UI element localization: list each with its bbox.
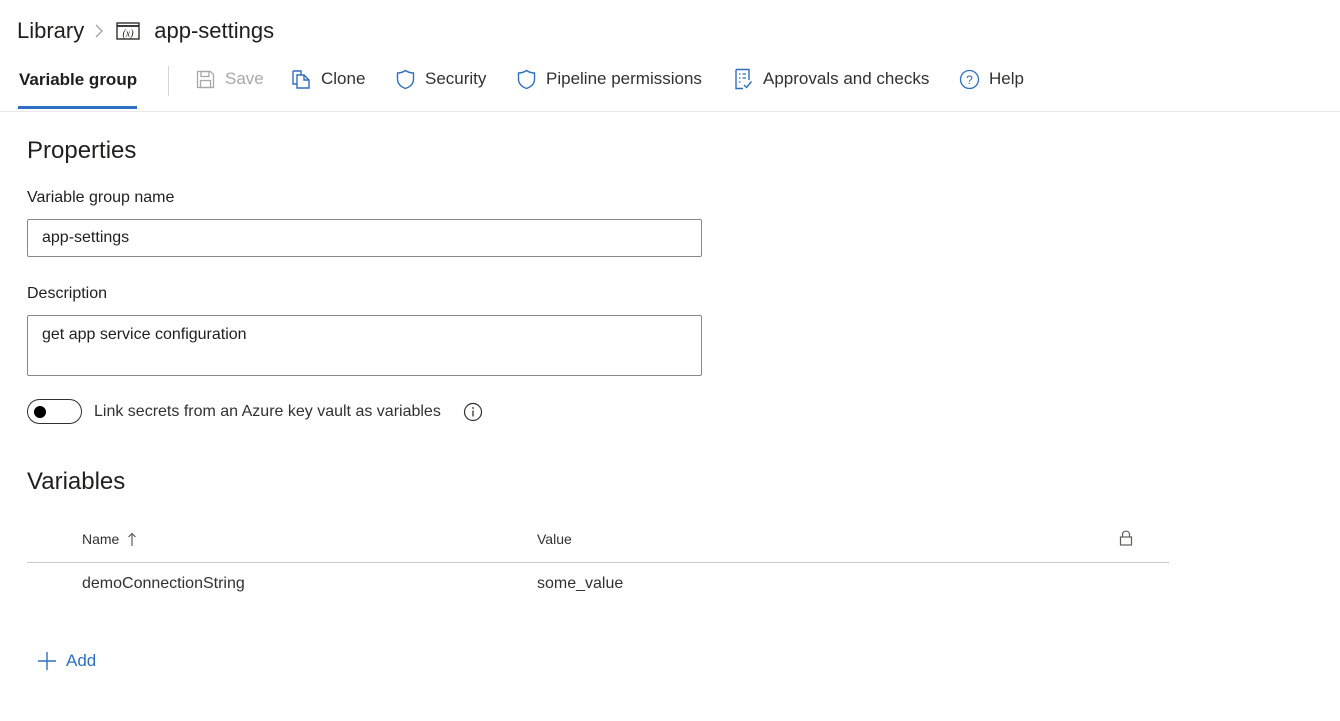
tab-variable-group[interactable]: Variable group	[19, 70, 137, 90]
info-icon[interactable]	[463, 402, 483, 422]
column-header-name-label: Name	[82, 531, 120, 547]
variables-heading: Variables	[27, 468, 126, 495]
column-header-value[interactable]: Value	[537, 531, 572, 547]
variable-name-cell: demoConnectionString	[82, 575, 245, 592]
toolbar: Variable group Save Clone Security Pipel…	[0, 60, 1340, 112]
clone-button[interactable]: Clone	[290, 68, 365, 90]
description-textarea[interactable]: get app service configuration	[27, 315, 702, 376]
help-button[interactable]: ? Help	[958, 68, 1024, 90]
variable-group-name-label: Variable group name	[27, 189, 175, 206]
properties-heading: Properties	[27, 137, 137, 164]
toggle-knob	[34, 406, 46, 418]
active-tab-indicator	[18, 106, 137, 109]
page-title: app-settings	[154, 18, 275, 43]
approvals-and-checks-button-label: Approvals and checks	[763, 69, 930, 88]
breadcrumb: Library (x) app-settings	[17, 14, 274, 48]
help-icon: ?	[958, 68, 980, 90]
help-button-label: Help	[989, 69, 1024, 88]
svg-text:(x): (x)	[123, 29, 135, 40]
keyvault-toggle-label: Link secrets from an Azure key vault as …	[94, 402, 441, 420]
column-header-name[interactable]: Name	[82, 531, 137, 547]
variable-group-name-input[interactable]	[27, 219, 702, 257]
save-button[interactable]: Save	[194, 68, 264, 90]
variables-table-header: Name Value	[27, 520, 1169, 563]
toolbar-divider	[168, 66, 169, 96]
add-variable-label: Add	[66, 651, 97, 670]
lock-icon	[1119, 530, 1133, 546]
pipeline-permissions-button-label: Pipeline permissions	[546, 69, 702, 88]
arrow-up-icon	[127, 532, 137, 547]
svg-text:?: ?	[966, 73, 973, 87]
keyvault-toggle-row: Link secrets from an Azure key vault as …	[27, 399, 483, 424]
variable-value-cell: some_value	[537, 575, 624, 592]
shield-icon	[515, 68, 537, 90]
pipeline-permissions-button[interactable]: Pipeline permissions	[515, 68, 702, 90]
security-button-label: Security	[425, 69, 487, 88]
keyvault-toggle[interactable]	[27, 399, 82, 424]
breadcrumb-library-link[interactable]: Library	[17, 18, 84, 44]
clone-icon	[290, 68, 312, 90]
add-variable-button[interactable]: Add	[37, 651, 96, 671]
description-label: Description	[27, 285, 108, 302]
chevron-right-icon	[94, 24, 104, 38]
plus-icon	[37, 651, 57, 671]
checklist-icon	[732, 68, 754, 90]
table-row[interactable]: demoConnectionString some_value	[27, 564, 1169, 608]
clone-button-label: Clone	[321, 69, 366, 88]
save-icon	[194, 68, 216, 90]
save-button-label: Save	[225, 69, 264, 88]
security-button[interactable]: Security	[394, 68, 486, 90]
variable-group-icon: (x)	[116, 22, 140, 40]
approvals-and-checks-button[interactable]: Approvals and checks	[732, 68, 929, 90]
shield-icon	[394, 68, 416, 90]
